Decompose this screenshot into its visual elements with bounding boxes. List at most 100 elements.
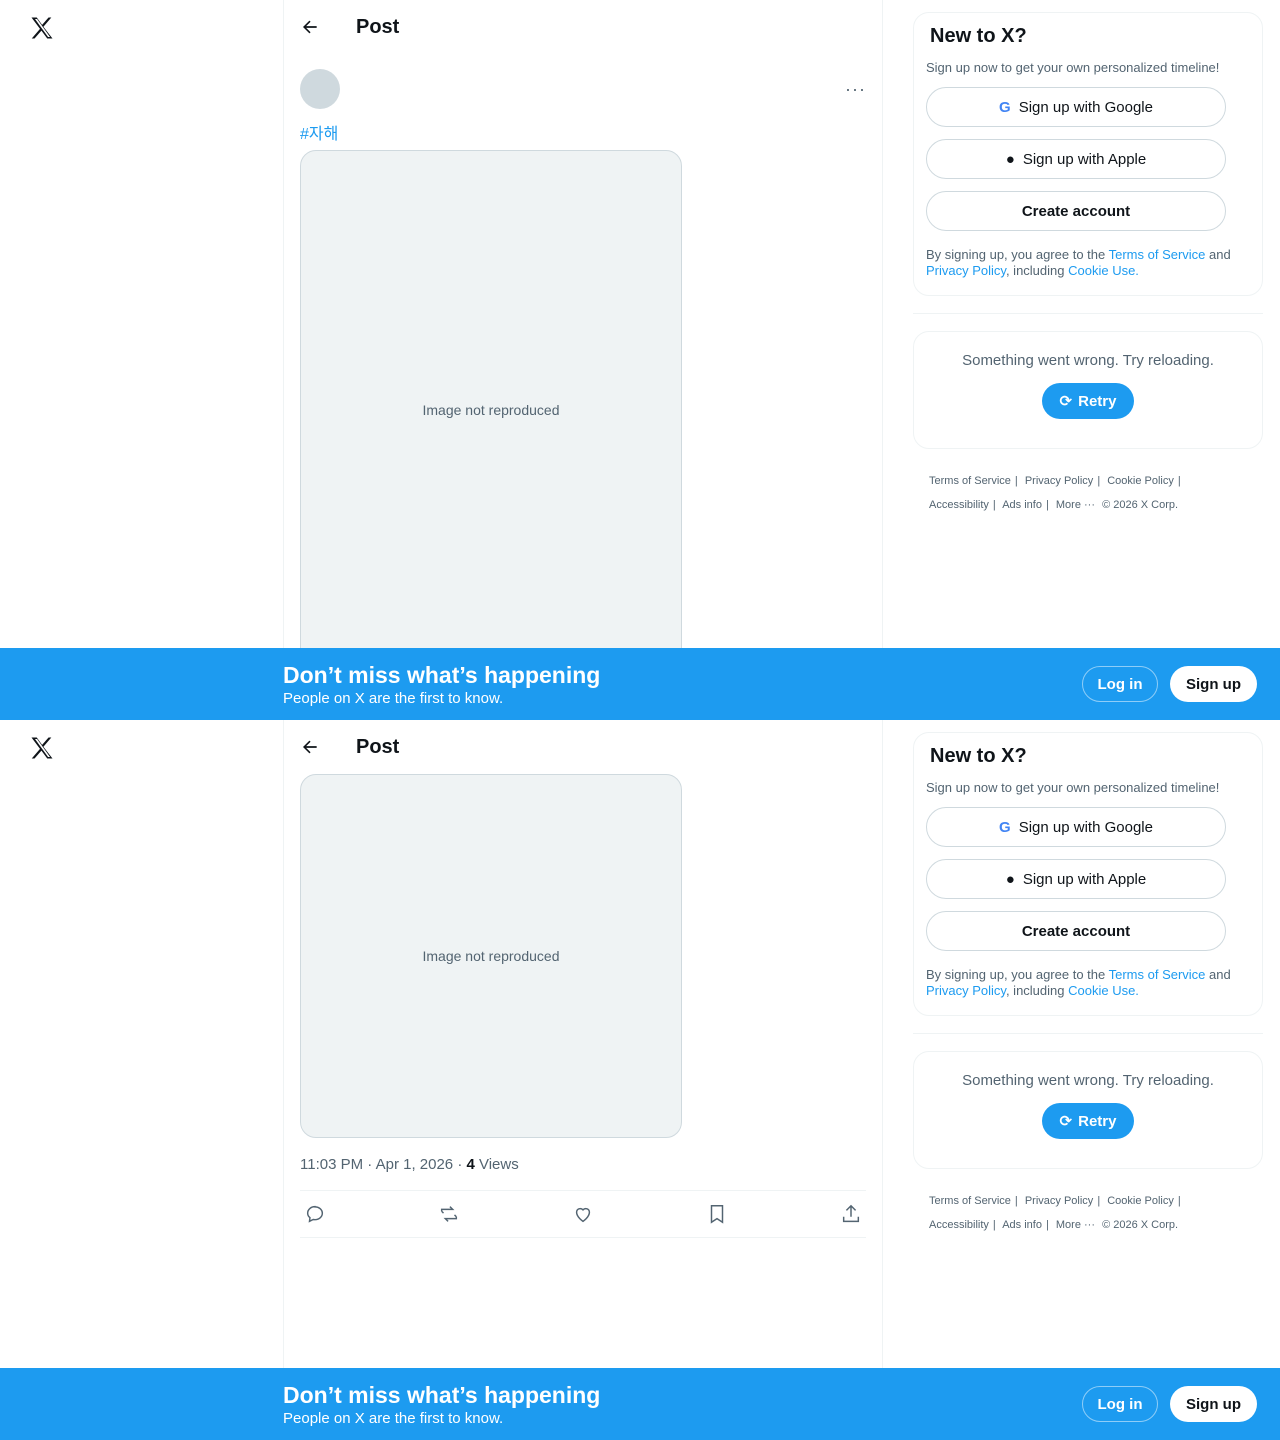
apple-icon: ● (1005, 150, 1015, 168)
signup-card: New to X? Sign up now to get your own pe… (913, 12, 1263, 296)
footer-links: Terms of Service | Privacy Policy | Cookie… (929, 475, 1181, 511)
post-hashtag[interactable]: #자해 (284, 114, 882, 144)
x-logo-icon[interactable] (28, 14, 56, 42)
back-arrow-icon[interactable] (300, 737, 320, 757)
footer-privacy[interactable]: Privacy Policy (1025, 475, 1093, 487)
footer-copyright: © 2026 X Corp. (1102, 1219, 1179, 1231)
post-header: Post (284, 0, 882, 54)
signup-button[interactable]: Sign up (1170, 666, 1257, 702)
signup-card: New to X? Sign up now to get your own pe… (913, 732, 1263, 1016)
signup-google-button[interactable]: G Sign up with Google (926, 87, 1226, 127)
terms-including: , including (1005, 983, 1069, 998)
action-bar (300, 1190, 866, 1238)
avatar[interactable] (300, 69, 340, 109)
footer-tos[interactable]: Terms of Service (929, 1195, 1011, 1207)
banner-headline: Don’t miss what’s happening (283, 662, 601, 688)
post-column: Post Image not reproduced 11:03 PM · Apr… (283, 720, 883, 1440)
signup-google-label: Sign up with Google (1018, 818, 1153, 836)
divider (913, 313, 1263, 314)
sidebar: New to X? Sign up now to get your own pe… (913, 732, 1263, 1237)
signup-title: New to X? (930, 745, 1027, 767)
login-button[interactable]: Log in (1082, 1386, 1158, 1422)
cookie-link[interactable]: Cookie Use. (1068, 263, 1139, 278)
error-card: Something went wrong. Try reloading. ⟳ Re… (913, 331, 1263, 449)
create-account-button[interactable]: Create account (926, 191, 1226, 231)
post-meta: 11:03 PM · Apr 1, 2026 · 4 Views (284, 1138, 882, 1182)
terms-link[interactable]: Terms of Service (1109, 247, 1206, 262)
signup-apple-label: Sign up with Apple (1022, 150, 1147, 168)
views-count: 4 (466, 1156, 475, 1173)
login-button[interactable]: Log in (1082, 666, 1158, 702)
apple-icon: ● (1005, 870, 1015, 888)
banner-headline: Don’t miss what’s happening (283, 1382, 601, 1408)
footer-more[interactable]: More ··· (1056, 499, 1095, 511)
refresh-icon: ⟳ (1059, 393, 1073, 410)
views-label: Views (474, 1156, 519, 1173)
footer-accessibility[interactable]: Accessibility (929, 1219, 989, 1231)
like-icon[interactable] (572, 1203, 594, 1225)
more-options-icon[interactable]: ··· (845, 79, 866, 100)
share-icon[interactable] (840, 1203, 862, 1225)
back-arrow-icon[interactable] (300, 17, 320, 37)
signup-banner: Don’t miss what’s happening People on X … (0, 1368, 1280, 1440)
terms-and: and (1205, 967, 1231, 982)
signup-terms: By signing up, you agree to the Terms of… (926, 247, 1246, 279)
signup-terms: By signing up, you agree to the Terms of… (926, 967, 1246, 999)
footer-cookie[interactable]: Cookie Policy (1107, 475, 1174, 487)
google-icon: G (999, 818, 1011, 836)
post-header: Post (284, 720, 882, 774)
signup-subtitle: Sign up now to get your own personalized… (926, 780, 1220, 795)
footer-privacy[interactable]: Privacy Policy (1025, 1195, 1093, 1207)
x-logo-icon[interactable] (28, 734, 56, 762)
footer-accessibility[interactable]: Accessibility (929, 499, 989, 511)
footer-links: Terms of Service | Privacy Policy | Cookie… (929, 1195, 1181, 1231)
footer-cookie[interactable]: Cookie Policy (1107, 1195, 1174, 1207)
frame-bottom: Post Image not reproduced 11:03 PM · Apr… (0, 720, 1280, 1440)
page-title: Post (356, 735, 400, 758)
privacy-link[interactable]: Privacy Policy (926, 983, 1006, 998)
media-placeholder: Image not reproduced (300, 774, 682, 1138)
signup-title: New to X? (930, 25, 1027, 47)
retry-button[interactable]: ⟳ Retry (1041, 1103, 1135, 1139)
banner-subtext: People on X are the first to know. (283, 690, 504, 707)
reply-icon[interactable] (304, 1203, 326, 1225)
google-icon: G (999, 98, 1011, 116)
create-account-button[interactable]: Create account (926, 911, 1226, 951)
repost-icon[interactable] (438, 1203, 460, 1225)
frame-top: Post ··· #자해 Image not reproduced New to… (0, 0, 1280, 720)
author-meta (348, 69, 845, 109)
privacy-link[interactable]: Privacy Policy (926, 263, 1006, 278)
footer-tos[interactable]: Terms of Service (929, 475, 1011, 487)
post-time[interactable]: 11:03 PM · Apr 1, 2026 · (300, 1156, 466, 1173)
footer-copyright: © 2026 X Corp. (1102, 499, 1179, 511)
error-message: Something went wrong. Try reloading. (962, 1072, 1214, 1089)
error-card: Something went wrong. Try reloading. ⟳ Re… (913, 1051, 1263, 1169)
post-column: Post ··· #자해 Image not reproduced (283, 0, 883, 720)
terms-prefix: By signing up, you agree to the (926, 967, 1109, 982)
signup-apple-button[interactable]: ● Sign up with Apple (926, 859, 1226, 899)
signup-google-label: Sign up with Google (1018, 98, 1153, 116)
footer-ads[interactable]: Ads info (1002, 499, 1042, 511)
cookie-link[interactable]: Cookie Use. (1068, 983, 1139, 998)
author-row: ··· (284, 54, 882, 114)
signup-apple-label: Sign up with Apple (1022, 870, 1147, 888)
signup-google-button[interactable]: G Sign up with Google (926, 807, 1226, 847)
retry-label: Retry (1078, 1112, 1117, 1130)
terms-and: and (1205, 247, 1231, 262)
footer-more[interactable]: More ··· (1056, 1219, 1095, 1231)
banner-subtext: People on X are the first to know. (283, 1410, 504, 1427)
signup-banner: Don’t miss what’s happening People on X … (0, 648, 1280, 720)
signup-subtitle: Sign up now to get your own personalized… (926, 60, 1220, 75)
signup-apple-button[interactable]: ● Sign up with Apple (926, 139, 1226, 179)
retry-button[interactable]: ⟳ Retry (1041, 383, 1135, 419)
footer-ads[interactable]: Ads info (1002, 1219, 1042, 1231)
sidebar: New to X? Sign up now to get your own pe… (913, 12, 1263, 517)
bookmark-icon[interactable] (706, 1203, 728, 1225)
retry-label: Retry (1078, 392, 1117, 410)
signup-button[interactable]: Sign up (1170, 1386, 1257, 1422)
terms-link[interactable]: Terms of Service (1109, 967, 1206, 982)
divider (913, 1033, 1263, 1034)
error-message: Something went wrong. Try reloading. (962, 352, 1214, 369)
media-placeholder-label: Image not reproduced (422, 402, 560, 418)
terms-prefix: By signing up, you agree to the (926, 247, 1109, 262)
